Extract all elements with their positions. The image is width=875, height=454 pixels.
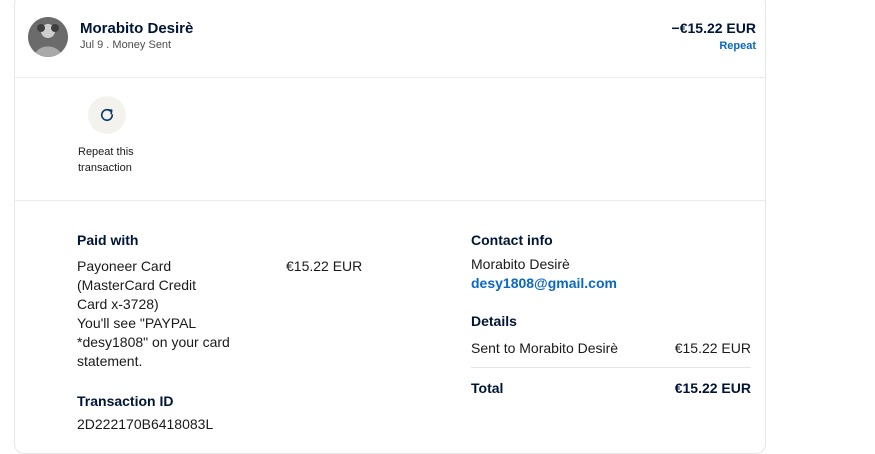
payment-method-line: *desy1808" on your card [77,334,230,350]
details-title: Details [471,313,517,329]
payment-method-line: statement. [77,353,143,369]
repeat-label-line2: transaction [78,162,132,174]
transaction-id-title: Transaction ID [77,393,174,409]
repeat-transaction-label: Repeat this transaction [78,144,158,176]
total-amount: €15.22 EUR [674,380,751,396]
payment-method-line: Payoneer Card [77,258,172,274]
payment-method-line: You'll see "PAYPAL [77,315,197,331]
transaction-amount: −€15.22 EUR [671,20,756,36]
details-sent-label: Sent to Morabito Desirè [471,340,619,356]
transaction-date-type: Jul 9 . Money Sent [80,39,172,51]
user-avatar-icon [28,17,68,57]
transaction-id-value: 2D222170B6418083L [77,416,214,432]
paid-with-details: Payoneer Card (MasterCard Credit Card x-… [77,257,277,371]
details-sent-amount: €15.22 EUR [674,340,751,356]
actions-section: Repeat this transaction [15,77,765,201]
total-label: Total [471,380,504,396]
transaction-header: Morabito Desirè Jul 9 . Money Sent −€15.… [15,0,765,78]
refresh-icon [100,108,114,122]
contact-info-title: Contact info [471,232,553,248]
contact-info-name: Morabito Desirè [471,256,570,272]
transaction-card: Morabito Desirè Jul 9 . Money Sent −€15.… [14,0,766,454]
details-divider [471,367,751,368]
contact-name: Morabito Desirè [80,20,194,37]
repeat-link[interactable]: Repeat [719,40,756,52]
payment-method-line: (MasterCard Credit [77,277,197,293]
repeat-label-line1: Repeat this [78,146,134,158]
contact-email-link[interactable]: desy1808@gmail.com [471,275,617,291]
paid-with-amount: €15.22 EUR [286,258,363,274]
paid-with-title: Paid with [77,232,139,248]
payment-method-line: Card x-3728) [77,296,159,312]
repeat-transaction-button[interactable] [88,96,126,134]
